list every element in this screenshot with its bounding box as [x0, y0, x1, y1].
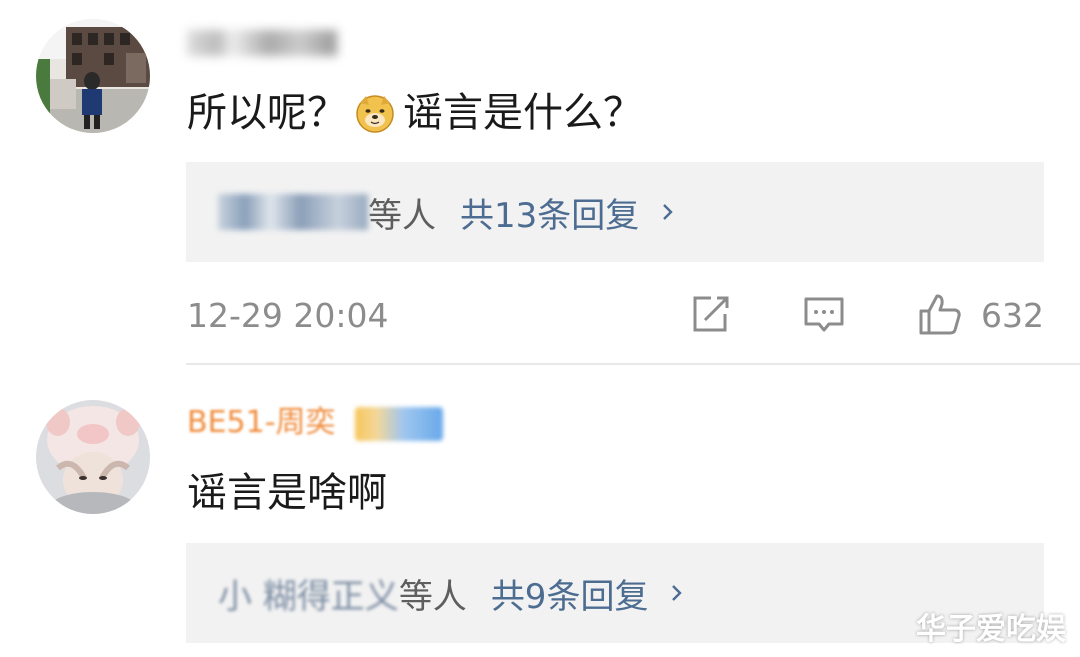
reply-names-suffix: 等人 — [398, 576, 467, 617]
chevron-right-icon — [663, 204, 673, 220]
comment-content: 谣言是啥啊 — [187, 468, 387, 518]
reply-names: 小 糊得正义 等人 — [218, 569, 467, 618]
username-text: BE51-周奕 — [187, 405, 336, 440]
comment-text: 所以呢？ — [187, 90, 347, 136]
doge-emoji-icon — [356, 95, 394, 133]
reply-count-label: 共13条回复 — [460, 195, 640, 236]
comment-icon[interactable] — [801, 292, 847, 338]
level-badge — [355, 406, 444, 441]
share-icon[interactable] — [687, 292, 733, 338]
comment-meta: 12-29 20:04 632 — [187, 291, 1044, 339]
avatar-photo — [36, 19, 150, 133]
username[interactable]: BE51-周奕 — [187, 405, 444, 441]
username[interactable] — [187, 24, 337, 60]
reply-names-visible: 小 糊得正义 — [218, 576, 399, 617]
watermark: 华子爱吃娱 — [916, 612, 1066, 647]
comment-text: 谣言是什么？ — [403, 90, 643, 136]
avatar[interactable] — [36, 400, 150, 514]
view-replies-link[interactable]: 共13条回复 — [460, 188, 677, 237]
comment-content: 所以呢？ 谣言是什么？ — [187, 88, 643, 138]
reply-names: 等人 — [218, 188, 436, 237]
comment-text: 谣言是啥啊 — [187, 470, 387, 516]
comment-actions: 632 — [687, 291, 1044, 339]
reply-names-suffix: 等人 — [368, 195, 436, 236]
divider — [186, 363, 1080, 365]
avatar-photo — [36, 400, 150, 514]
avatar[interactable] — [36, 19, 150, 133]
view-replies-link[interactable]: 共9条回复 — [491, 569, 687, 618]
like-icon[interactable] — [917, 292, 963, 338]
timestamp: 12-29 20:04 — [187, 295, 389, 335]
reply-count-label: 共9条回复 — [490, 576, 649, 617]
reply-preview[interactable]: 等人 共13条回复 — [186, 162, 1044, 262]
like-count: 632 — [981, 295, 1044, 335]
chevron-right-icon — [672, 585, 683, 601]
